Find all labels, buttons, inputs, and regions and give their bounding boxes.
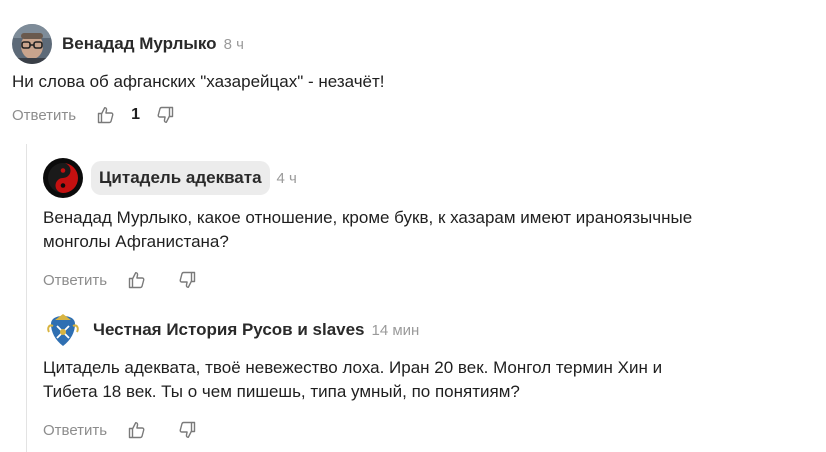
thumbs-down-icon xyxy=(179,271,196,288)
reply-button[interactable]: Ответить xyxy=(43,422,107,439)
like-count: 1 xyxy=(131,106,141,123)
comment-header: Честная История Русов и slaves 14 мин xyxy=(43,310,813,350)
avatar-image xyxy=(12,24,52,64)
author-name[interactable]: Венадад Мурлыко xyxy=(62,34,217,54)
comment-text-line: монголы Афганистана? xyxy=(43,232,229,251)
comment-reply: Цитадель адеквата 4 ч Венадад Мурлыко, к… xyxy=(43,158,813,292)
avatar-image xyxy=(43,310,83,350)
dislike-button[interactable] xyxy=(154,104,176,126)
comment-time: 4 ч xyxy=(276,169,297,187)
dislike-button[interactable] xyxy=(176,419,198,441)
comment-text: Венадад Мурлыко, какое отношение, кроме … xyxy=(43,206,813,254)
comment-header: Венадад Мурлыко 8 ч xyxy=(12,24,812,64)
comment-text-line: Тибета 18 век. Ты о чем пишешь, типа умн… xyxy=(43,382,520,401)
comment-text-line: Цитадель адеквата, твоё невежество лоха.… xyxy=(43,358,663,377)
comment-reply: Честная История Русов и slaves 14 мин Ци… xyxy=(43,310,813,442)
comment: Венадад Мурлыко 8 ч Ни слова об афгански… xyxy=(12,24,812,127)
author-name[interactable]: Цитадель адеквата xyxy=(91,161,270,195)
dislike-button[interactable] xyxy=(176,269,198,291)
comment-time: 8 ч xyxy=(223,35,244,53)
comment-actions: Ответить 1 xyxy=(12,103,812,127)
thumbs-up-icon xyxy=(97,107,114,124)
like-button[interactable] xyxy=(126,269,148,291)
comment-time: 14 мин xyxy=(371,321,420,339)
like-button[interactable] xyxy=(126,419,148,441)
comment-text: Цитадель адеквата, твоё невежество лоха.… xyxy=(43,356,813,404)
comment-text-line: Венадад Мурлыко, какое отношение, кроме … xyxy=(43,208,693,227)
comment-text: Ни слова об афганских "хазарейцах" - нез… xyxy=(12,72,385,91)
avatar-image xyxy=(43,158,83,198)
thumbs-up-icon xyxy=(128,272,145,289)
comment-actions: Ответить xyxy=(43,268,813,292)
reply-button[interactable]: Ответить xyxy=(43,272,107,289)
reply-button[interactable]: Ответить xyxy=(12,107,76,124)
avatar[interactable] xyxy=(12,24,52,64)
thread-line xyxy=(26,144,27,452)
thumbs-down-icon xyxy=(157,106,174,123)
avatar[interactable] xyxy=(43,310,83,350)
author-name[interactable]: Честная История Русов и slaves xyxy=(93,320,365,340)
thumbs-up-icon xyxy=(128,422,145,439)
avatar[interactable] xyxy=(43,158,83,198)
thumbs-down-icon xyxy=(179,421,196,438)
comment-actions: Ответить xyxy=(43,418,813,442)
like-button[interactable] xyxy=(95,104,117,126)
comment-header: Цитадель адеквата 4 ч xyxy=(43,158,813,198)
